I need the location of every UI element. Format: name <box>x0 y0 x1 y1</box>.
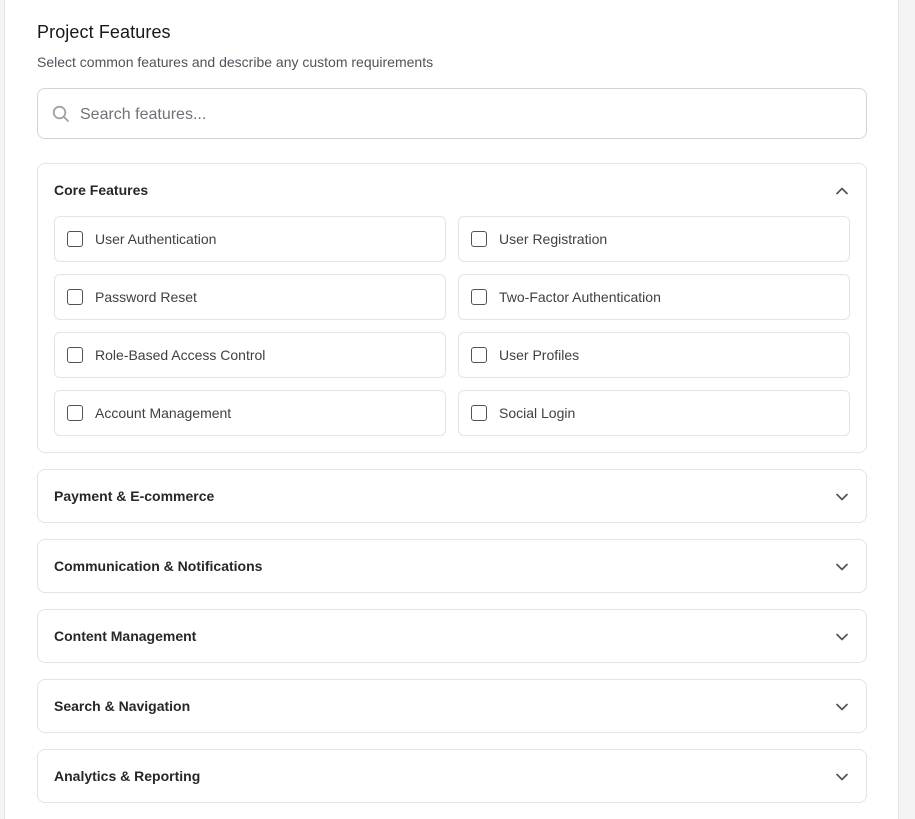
section-header-search-navigation[interactable]: Search & Navigation <box>38 680 866 732</box>
section-content-management: Content Management <box>37 609 867 663</box>
option-label: Account Management <box>95 405 232 421</box>
section-title: Payment & E-commerce <box>54 488 215 504</box>
chevron-down-icon[interactable] <box>834 559 850 575</box>
section-core-features: Core Features User Authentication User R… <box>37 163 867 453</box>
section-title: Core Features <box>54 182 149 198</box>
section-analytics-reporting: Analytics & Reporting <box>37 749 867 803</box>
checkbox[interactable] <box>471 289 487 305</box>
section-header-core-features[interactable]: Core Features <box>38 164 866 216</box>
option-account-management[interactable]: Account Management <box>54 390 446 436</box>
chevron-up-icon[interactable] <box>834 183 850 199</box>
checkbox[interactable] <box>471 405 487 421</box>
option-user-registration[interactable]: User Registration <box>458 216 850 262</box>
section-search-navigation: Search & Navigation <box>37 679 867 733</box>
option-label: Two-Factor Authentication <box>499 289 661 305</box>
checkbox[interactable] <box>471 231 487 247</box>
section-title: Search & Navigation <box>54 698 191 714</box>
option-label: Password Reset <box>95 289 197 305</box>
checkbox[interactable] <box>471 347 487 363</box>
project-features-panel: Project Features Select common features … <box>4 0 899 819</box>
search-box <box>37 88 867 140</box>
section-header-content-management[interactable]: Content Management <box>38 610 866 662</box>
checkbox[interactable] <box>67 231 83 247</box>
option-user-profiles[interactable]: User Profiles <box>458 332 850 378</box>
chevron-down-icon[interactable] <box>834 629 850 645</box>
section-payment-ecommerce: Payment & E-commerce <box>37 469 867 523</box>
chevron-down-icon[interactable] <box>834 699 850 715</box>
option-two-factor-authentication[interactable]: Two-Factor Authentication <box>458 274 850 320</box>
section-header-communication-notifications[interactable]: Communication & Notifications <box>38 540 866 592</box>
page-subtitle: Select common features and describe any … <box>37 54 434 70</box>
section-title: Communication & Notifications <box>54 558 263 574</box>
chevron-down-icon[interactable] <box>834 489 850 505</box>
checkbox[interactable] <box>67 347 83 363</box>
option-label: User Registration <box>499 231 608 247</box>
section-header-payment-ecommerce[interactable]: Payment & E-commerce <box>38 470 866 522</box>
option-user-authentication[interactable]: User Authentication <box>54 216 446 262</box>
option-label: Social Login <box>499 405 576 421</box>
search-input[interactable] <box>78 89 852 140</box>
option-label: User Profiles <box>499 347 580 363</box>
option-label: Role-Based Access Control <box>95 347 266 363</box>
page-title: Project Features <box>37 22 171 42</box>
section-communication-notifications: Communication & Notifications <box>37 539 867 593</box>
option-password-reset[interactable]: Password Reset <box>54 274 446 320</box>
checkbox[interactable] <box>67 289 83 305</box>
section-title: Content Management <box>54 628 197 644</box>
option-role-based-access-control[interactable]: Role-Based Access Control <box>54 332 446 378</box>
option-social-login[interactable]: Social Login <box>458 390 850 436</box>
checkbox[interactable] <box>67 405 83 421</box>
search-icon <box>52 105 69 122</box>
option-label: User Authentication <box>95 231 217 247</box>
section-title: Analytics & Reporting <box>54 768 201 784</box>
section-header-analytics-reporting[interactable]: Analytics & Reporting <box>38 750 866 802</box>
chevron-down-icon[interactable] <box>834 769 850 785</box>
